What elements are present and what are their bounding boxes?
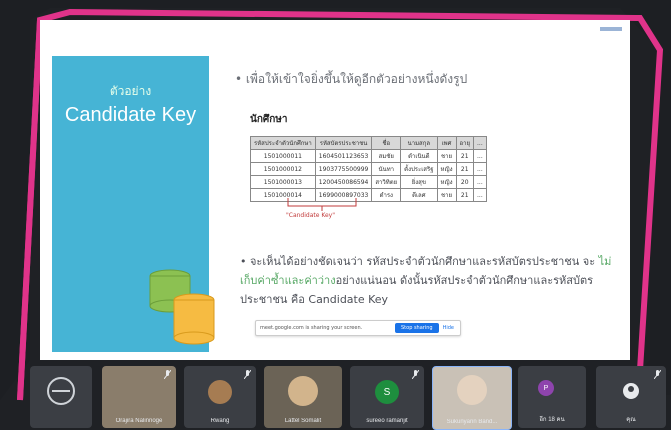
participant-name: Lattel Somalit	[284, 418, 322, 424]
table-cell: 21	[455, 149, 474, 163]
screen-share-bar: meet.google.com is sharing your screen. …	[255, 320, 461, 336]
table-header-cell: อายุ	[455, 136, 474, 150]
table-cell: 1501000011	[250, 149, 316, 163]
coin-stack-icon	[149, 269, 215, 345]
participant-tile[interactable]: Sukunyarin Band...	[432, 366, 512, 430]
table-title: นักศึกษา	[250, 114, 288, 125]
avatar	[457, 375, 487, 405]
bullet2-text: • จะเห็นได้อย่างชัดเจนว่า รหัสประจำตัวนั…	[240, 255, 596, 268]
table-header-cell: ...	[473, 136, 487, 150]
table-cell: ...	[473, 175, 487, 189]
table-cell: 1200450086594	[314, 175, 373, 189]
bullet-text-1: • เพื่อให้เข้าใจยิ่งขึ้นให้ดูอีกตัวอย่าง…	[235, 72, 468, 86]
participant-tile[interactable]: Rwang	[184, 366, 256, 428]
participant-name: sureeo ramanjit	[366, 418, 408, 424]
table-cell: นันทา	[371, 162, 402, 176]
table-cell: 1501000012	[250, 162, 316, 176]
participant-name: Rwang	[210, 418, 230, 424]
table-cell: ...	[473, 162, 487, 176]
corner-logo-icon	[600, 27, 622, 31]
mic-muted-icon	[654, 370, 661, 379]
table-cell: ดำรง	[371, 188, 402, 202]
participant-name: Orajira Nalinnoge	[115, 418, 163, 424]
participant-name: คุณ	[626, 417, 636, 423]
participant-strip: Orajira Nalinnoge Rwang Lattel Somalit S…	[30, 362, 671, 430]
table-cell: 20	[455, 175, 474, 189]
avatar	[288, 376, 318, 406]
student-table: รหัสประจำตัวนักศึกษา รหัสบัตรประชาชน ชื่…	[250, 136, 487, 202]
hide-button[interactable]: Hide	[443, 325, 454, 331]
mic-muted-icon	[164, 370, 171, 379]
candidate-key-bracket	[287, 198, 357, 211]
bullet-text-2: • จะเห็นได้อย่างชัดเจนว่า รหัสประจำตัวนั…	[240, 252, 622, 309]
self-tile[interactable]: คุณ	[596, 366, 666, 428]
table-cell: หญิง	[436, 175, 457, 189]
participant-tile[interactable]: S sureeo ramanjit	[350, 366, 424, 428]
table-cell: ยิ่งสุข	[400, 175, 438, 189]
table-cell: 1604501123653	[314, 149, 373, 163]
table-cell: 21	[455, 162, 474, 176]
table-header-cell: รหัสประจำตัวนักศึกษา	[250, 136, 316, 150]
table-cell: หญิง	[436, 162, 457, 176]
table-cell: ตั้งประเสริฐ	[400, 162, 438, 176]
table-cell: ...	[473, 149, 487, 163]
participant-tile[interactable]: Lattel Somalit	[264, 366, 342, 428]
avatar: S	[375, 380, 399, 404]
table-header-row: รหัสประจำตัวนักศึกษา รหัสบัตรประชาชน ชื่…	[250, 136, 487, 150]
table-cell: 1501000013	[250, 175, 316, 189]
table-header-cell: นามสกุล	[400, 136, 438, 150]
table-row: 1501000012 1903775500999 นันทา ตั้งประเส…	[250, 162, 487, 176]
table-header-cell: เพศ	[436, 136, 457, 150]
candidate-key-label: "Candidate Key"	[286, 212, 335, 219]
presentation-slide: ตัวอย่าง Candidate Key • เพื่อให้เข้าใจย…	[40, 20, 630, 360]
table-header-cell: รหัสบัตรประชาชน	[314, 136, 373, 150]
table-cell: สาวิทิตย	[371, 175, 402, 189]
participant-tile[interactable]	[30, 366, 92, 428]
participant-name: อีก 18 คน	[539, 417, 565, 423]
panel-subtitle: ตัวอย่าง	[109, 84, 152, 98]
table-cell: ชาย	[436, 149, 457, 163]
table-cell: 21	[455, 188, 474, 202]
table-row: 1501000013 1200450086594 สาวิทิตย ยิ่งสุ…	[250, 175, 487, 189]
user-icon	[623, 383, 639, 399]
mic-muted-icon	[244, 370, 251, 379]
table-row: 1501000011 1604501123653 สมชัย ดำเนินดี …	[250, 149, 487, 163]
avatar: P	[538, 380, 554, 396]
stop-sharing-button[interactable]: Stop sharing	[395, 323, 439, 333]
participant-name: Sukunyarin Band...	[446, 419, 498, 425]
mic-muted-icon	[412, 370, 419, 379]
more-participants-tile[interactable]: P อีก 18 คน	[518, 366, 586, 428]
table-cell: ...	[473, 188, 487, 202]
user-photo-icon	[47, 377, 75, 405]
table-cell: สมชัย	[371, 149, 402, 163]
table-cell: ชาย	[436, 188, 457, 202]
participant-tile[interactable]: Orajira Nalinnoge	[102, 366, 176, 428]
title-panel: ตัวอย่าง Candidate Key	[52, 56, 215, 352]
table-cell: 1903775500999	[314, 162, 373, 176]
table-cell: ดำเนินดี	[400, 149, 438, 163]
table-header-cell: ชื่อ	[371, 136, 402, 150]
avatar	[208, 380, 232, 404]
table-cell: ดีเลศ	[400, 188, 438, 202]
panel-title: Candidate Key	[64, 104, 197, 126]
share-message: meet.google.com is sharing your screen.	[260, 325, 363, 331]
